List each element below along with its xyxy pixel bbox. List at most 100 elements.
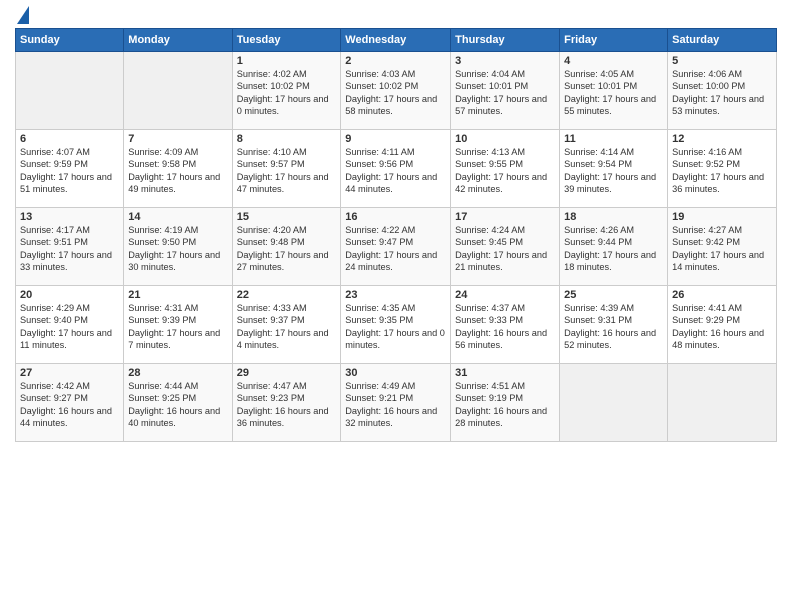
day-info: Sunrise: 4:26 AMSunset: 9:44 PMDaylight:…: [564, 224, 663, 274]
calendar-cell: 8Sunrise: 4:10 AMSunset: 9:57 PMDaylight…: [232, 130, 341, 208]
calendar-cell: 4Sunrise: 4:05 AMSunset: 10:01 PMDayligh…: [560, 52, 668, 130]
day-number: 14: [128, 211, 227, 223]
calendar-cell: [668, 364, 777, 442]
calendar-cell: 7Sunrise: 4:09 AMSunset: 9:58 PMDaylight…: [124, 130, 232, 208]
calendar-cell: [560, 364, 668, 442]
calendar-cell: 19Sunrise: 4:27 AMSunset: 9:42 PMDayligh…: [668, 208, 777, 286]
calendar-cell: 15Sunrise: 4:20 AMSunset: 9:48 PMDayligh…: [232, 208, 341, 286]
day-number: 4: [564, 55, 663, 67]
day-info: Sunrise: 4:17 AMSunset: 9:51 PMDaylight:…: [20, 224, 119, 274]
day-number: 31: [455, 367, 555, 379]
day-info: Sunrise: 4:33 AMSunset: 9:37 PMDaylight:…: [237, 302, 337, 352]
day-number: 24: [455, 289, 555, 301]
weekday-header-wednesday: Wednesday: [341, 29, 451, 52]
day-number: 2: [345, 55, 446, 67]
day-info: Sunrise: 4:06 AMSunset: 10:00 PMDaylight…: [672, 68, 772, 118]
weekday-header-monday: Monday: [124, 29, 232, 52]
day-info: Sunrise: 4:44 AMSunset: 9:25 PMDaylight:…: [128, 380, 227, 430]
day-number: 9: [345, 133, 446, 145]
day-number: 22: [237, 289, 337, 301]
day-info: Sunrise: 4:11 AMSunset: 9:56 PMDaylight:…: [345, 146, 446, 196]
calendar-cell: 5Sunrise: 4:06 AMSunset: 10:00 PMDayligh…: [668, 52, 777, 130]
day-info: Sunrise: 4:03 AMSunset: 10:02 PMDaylight…: [345, 68, 446, 118]
calendar-cell: [124, 52, 232, 130]
day-info: Sunrise: 4:10 AMSunset: 9:57 PMDaylight:…: [237, 146, 337, 196]
calendar-week-4: 20Sunrise: 4:29 AMSunset: 9:40 PMDayligh…: [16, 286, 777, 364]
calendar-cell: 30Sunrise: 4:49 AMSunset: 9:21 PMDayligh…: [341, 364, 451, 442]
calendar-cell: 27Sunrise: 4:42 AMSunset: 9:27 PMDayligh…: [16, 364, 124, 442]
calendar-cell: 1Sunrise: 4:02 AMSunset: 10:02 PMDayligh…: [232, 52, 341, 130]
calendar-cell: 13Sunrise: 4:17 AMSunset: 9:51 PMDayligh…: [16, 208, 124, 286]
calendar-cell: 10Sunrise: 4:13 AMSunset: 9:55 PMDayligh…: [451, 130, 560, 208]
day-info: Sunrise: 4:31 AMSunset: 9:39 PMDaylight:…: [128, 302, 227, 352]
day-number: 17: [455, 211, 555, 223]
day-number: 3: [455, 55, 555, 67]
calendar-cell: 2Sunrise: 4:03 AMSunset: 10:02 PMDayligh…: [341, 52, 451, 130]
calendar-cell: 23Sunrise: 4:35 AMSunset: 9:35 PMDayligh…: [341, 286, 451, 364]
day-number: 18: [564, 211, 663, 223]
day-info: Sunrise: 4:14 AMSunset: 9:54 PMDaylight:…: [564, 146, 663, 196]
day-number: 10: [455, 133, 555, 145]
weekday-header-saturday: Saturday: [668, 29, 777, 52]
day-info: Sunrise: 4:35 AMSunset: 9:35 PMDaylight:…: [345, 302, 446, 352]
day-number: 23: [345, 289, 446, 301]
calendar-cell: 29Sunrise: 4:47 AMSunset: 9:23 PMDayligh…: [232, 364, 341, 442]
calendar-cell: 11Sunrise: 4:14 AMSunset: 9:54 PMDayligh…: [560, 130, 668, 208]
day-number: 26: [672, 289, 772, 301]
calendar-cell: 9Sunrise: 4:11 AMSunset: 9:56 PMDaylight…: [341, 130, 451, 208]
day-info: Sunrise: 4:29 AMSunset: 9:40 PMDaylight:…: [20, 302, 119, 352]
calendar-cell: 3Sunrise: 4:04 AMSunset: 10:01 PMDayligh…: [451, 52, 560, 130]
calendar-week-5: 27Sunrise: 4:42 AMSunset: 9:27 PMDayligh…: [16, 364, 777, 442]
logo-triangle-icon: [17, 6, 29, 24]
day-info: Sunrise: 4:24 AMSunset: 9:45 PMDaylight:…: [455, 224, 555, 274]
day-info: Sunrise: 4:42 AMSunset: 9:27 PMDaylight:…: [20, 380, 119, 430]
day-number: 11: [564, 133, 663, 145]
day-number: 5: [672, 55, 772, 67]
day-number: 12: [672, 133, 772, 145]
day-info: Sunrise: 4:02 AMSunset: 10:02 PMDaylight…: [237, 68, 337, 118]
calendar-cell: 24Sunrise: 4:37 AMSunset: 9:33 PMDayligh…: [451, 286, 560, 364]
day-info: Sunrise: 4:07 AMSunset: 9:59 PMDaylight:…: [20, 146, 119, 196]
day-info: Sunrise: 4:05 AMSunset: 10:01 PMDaylight…: [564, 68, 663, 118]
day-info: Sunrise: 4:22 AMSunset: 9:47 PMDaylight:…: [345, 224, 446, 274]
day-number: 8: [237, 133, 337, 145]
weekday-header-friday: Friday: [560, 29, 668, 52]
day-number: 30: [345, 367, 446, 379]
day-info: Sunrise: 4:37 AMSunset: 9:33 PMDaylight:…: [455, 302, 555, 352]
day-info: Sunrise: 4:49 AMSunset: 9:21 PMDaylight:…: [345, 380, 446, 430]
day-number: 21: [128, 289, 227, 301]
day-info: Sunrise: 4:13 AMSunset: 9:55 PMDaylight:…: [455, 146, 555, 196]
calendar-cell: 22Sunrise: 4:33 AMSunset: 9:37 PMDayligh…: [232, 286, 341, 364]
calendar-cell: 20Sunrise: 4:29 AMSunset: 9:40 PMDayligh…: [16, 286, 124, 364]
weekday-header-thursday: Thursday: [451, 29, 560, 52]
weekday-header-tuesday: Tuesday: [232, 29, 341, 52]
header: [15, 10, 777, 22]
calendar-cell: 31Sunrise: 4:51 AMSunset: 9:19 PMDayligh…: [451, 364, 560, 442]
calendar-week-1: 1Sunrise: 4:02 AMSunset: 10:02 PMDayligh…: [16, 52, 777, 130]
calendar-cell: 26Sunrise: 4:41 AMSunset: 9:29 PMDayligh…: [668, 286, 777, 364]
day-info: Sunrise: 4:27 AMSunset: 9:42 PMDaylight:…: [672, 224, 772, 274]
calendar-page: SundayMondayTuesdayWednesdayThursdayFrid…: [0, 0, 792, 612]
day-info: Sunrise: 4:47 AMSunset: 9:23 PMDaylight:…: [237, 380, 337, 430]
calendar-cell: 14Sunrise: 4:19 AMSunset: 9:50 PMDayligh…: [124, 208, 232, 286]
calendar-cell: 17Sunrise: 4:24 AMSunset: 9:45 PMDayligh…: [451, 208, 560, 286]
calendar-cell: 18Sunrise: 4:26 AMSunset: 9:44 PMDayligh…: [560, 208, 668, 286]
calendar-cell: 28Sunrise: 4:44 AMSunset: 9:25 PMDayligh…: [124, 364, 232, 442]
calendar-week-2: 6Sunrise: 4:07 AMSunset: 9:59 PMDaylight…: [16, 130, 777, 208]
calendar-week-3: 13Sunrise: 4:17 AMSunset: 9:51 PMDayligh…: [16, 208, 777, 286]
weekday-header-sunday: Sunday: [16, 29, 124, 52]
day-number: 13: [20, 211, 119, 223]
weekday-header-row: SundayMondayTuesdayWednesdayThursdayFrid…: [16, 29, 777, 52]
day-info: Sunrise: 4:16 AMSunset: 9:52 PMDaylight:…: [672, 146, 772, 196]
calendar-cell: 6Sunrise: 4:07 AMSunset: 9:59 PMDaylight…: [16, 130, 124, 208]
calendar-cell: 16Sunrise: 4:22 AMSunset: 9:47 PMDayligh…: [341, 208, 451, 286]
day-number: 6: [20, 133, 119, 145]
day-info: Sunrise: 4:39 AMSunset: 9:31 PMDaylight:…: [564, 302, 663, 352]
calendar-cell: 21Sunrise: 4:31 AMSunset: 9:39 PMDayligh…: [124, 286, 232, 364]
logo: [15, 10, 29, 22]
day-number: 15: [237, 211, 337, 223]
day-number: 19: [672, 211, 772, 223]
day-number: 27: [20, 367, 119, 379]
day-number: 28: [128, 367, 227, 379]
day-info: Sunrise: 4:19 AMSunset: 9:50 PMDaylight:…: [128, 224, 227, 274]
